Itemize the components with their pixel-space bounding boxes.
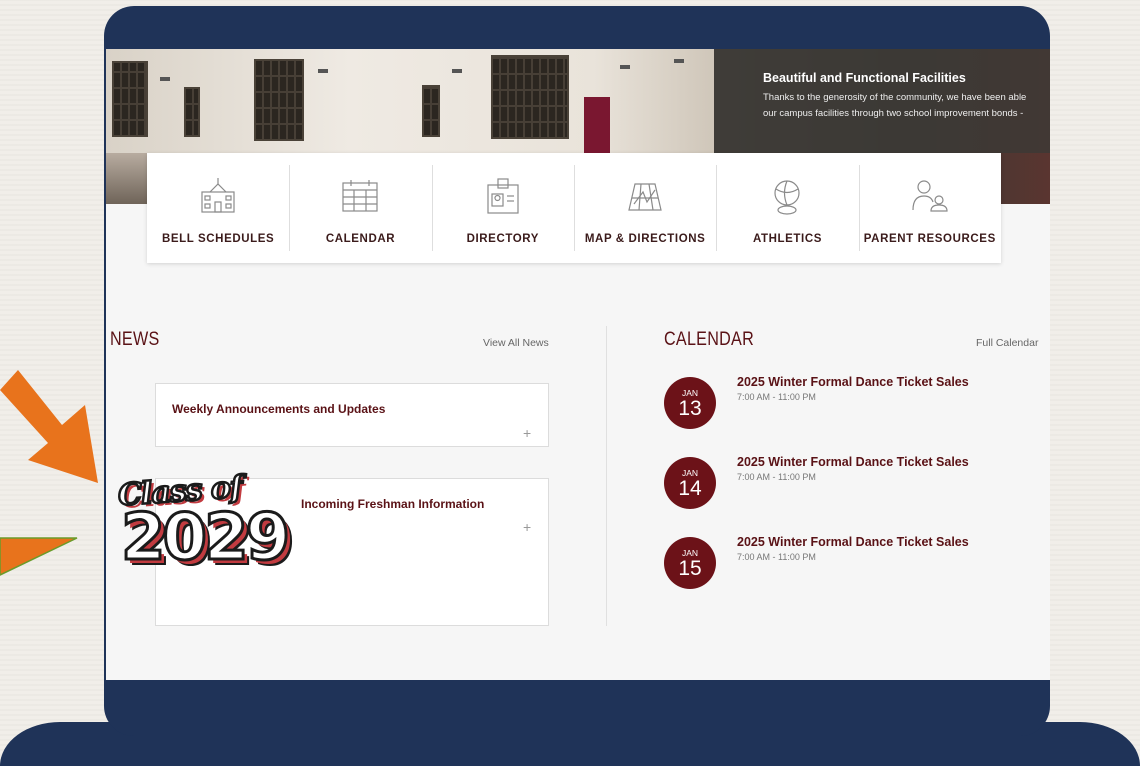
map-icon <box>628 183 662 211</box>
school-building-icon <box>201 178 235 213</box>
date-badge: JAN 14 <box>664 457 716 509</box>
news-heading: NEWS <box>110 329 160 350</box>
quick-link-directory[interactable]: DIRECTORY <box>431 153 574 263</box>
news-card[interactable]: Weekly Announcements and Updates + <box>155 383 549 447</box>
hero-text: Thanks to the generosity of the communit… <box>763 92 1027 119</box>
quick-links-bar: BELL SCHEDULES CALENDAR DIRECTORY MAP & … <box>147 153 1001 263</box>
expand-icon[interactable]: + <box>523 519 531 535</box>
quick-link-label: ATHLETICS <box>752 233 823 245</box>
quick-link-athletics[interactable]: ATHLETICS <box>716 153 858 263</box>
arrow-tail-icon <box>0 537 78 576</box>
door <box>584 97 610 155</box>
quick-link-bell-schedules[interactable]: BELL SCHEDULES <box>147 153 289 263</box>
arrow-pointer-icon <box>0 370 98 483</box>
quick-link-label: CALENDAR <box>325 233 396 245</box>
column-divider <box>606 326 607 626</box>
hero-title: Beautiful and Functional Facilities <box>763 71 966 85</box>
website-screen: Beautiful and Functional Facilities Than… <box>106 49 1050 680</box>
calendar-grid-icon <box>342 180 379 212</box>
event-title[interactable]: 2025 Winter Formal Dance Ticket Sales <box>737 455 969 469</box>
sports-balls-icon <box>774 180 801 215</box>
quick-link-label: MAP & DIRECTIONS <box>584 233 706 245</box>
quick-link-label: PARENT RESOURCES <box>863 233 996 245</box>
expand-icon[interactable]: + <box>523 425 531 441</box>
quick-link-parent-resources[interactable]: PARENT RESOURCES <box>858 153 1001 263</box>
date-badge: JAN 15 <box>664 537 716 589</box>
event-title[interactable]: 2025 Winter Formal Dance Ticket Sales <box>737 375 969 389</box>
quick-link-map-directions[interactable]: MAP & DIRECTIONS <box>573 153 716 263</box>
news-item-title: Incoming Freshman Information <box>301 497 485 511</box>
full-calendar-link[interactable]: Full Calendar <box>976 337 1038 349</box>
id-badge-icon <box>487 178 519 214</box>
quick-link-label: DIRECTORY <box>466 233 540 245</box>
quick-link-label: BELL SCHEDULES <box>161 233 275 245</box>
event-title[interactable]: 2025 Winter Formal Dance Ticket Sales <box>737 535 969 549</box>
calendar-heading: CALENDAR <box>664 329 754 350</box>
event-time: 7:00 AM - 11:00 PM <box>737 472 816 482</box>
view-all-news-link[interactable]: View All News <box>483 337 549 349</box>
date-badge: JAN 13 <box>664 377 716 429</box>
event-time: 7:00 AM - 11:00 PM <box>737 552 816 562</box>
quick-link-calendar[interactable]: CALENDAR <box>289 153 431 263</box>
class-badge-year: 2029 <box>119 501 291 575</box>
event-time: 7:00 AM - 11:00 PM <box>737 392 816 402</box>
news-item-title: Weekly Announcements and Updates <box>172 402 386 416</box>
parent-child-icon <box>912 180 948 212</box>
